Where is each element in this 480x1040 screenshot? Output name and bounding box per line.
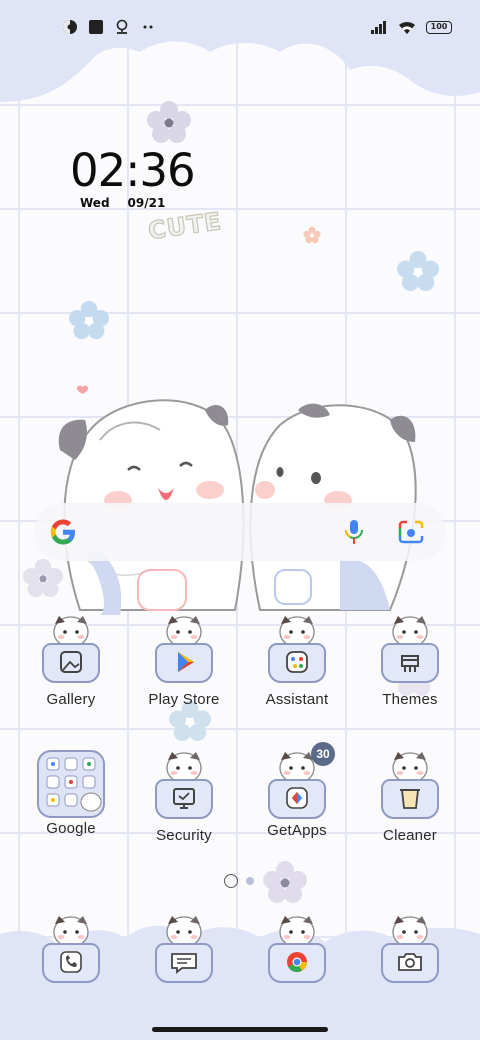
- battery-icon: 100: [426, 20, 452, 34]
- chrome-icon: [268, 916, 326, 983]
- app-folder-google[interactable]: Google: [16, 750, 126, 837]
- dock-phone[interactable]: [16, 912, 126, 989]
- signal-icon: [371, 21, 386, 34]
- flower-decoration: [397, 250, 439, 292]
- square-icon: [89, 20, 103, 34]
- clock-widget[interactable]: 02:36 Wed 09/21: [70, 144, 196, 211]
- google-g-icon[interactable]: [48, 517, 78, 547]
- app-label: Security: [156, 827, 212, 844]
- google-search-bar[interactable]: [34, 503, 446, 561]
- clock-time: 02:36: [70, 144, 196, 197]
- security-icon: [155, 752, 213, 819]
- dock-messages[interactable]: [129, 912, 239, 989]
- wallpaper-cute-text: CUTE: [146, 206, 224, 246]
- page-indicator[interactable]: [224, 874, 254, 888]
- app-themes[interactable]: Themes: [355, 612, 465, 708]
- clock-day: Wed: [80, 196, 110, 210]
- app-assistant[interactable]: Assistant: [242, 612, 352, 708]
- page-dot[interactable]: [246, 877, 254, 885]
- app-play-store[interactable]: Play Store: [129, 612, 239, 708]
- notification-badge: 30: [311, 742, 335, 766]
- flower-decoration: [147, 101, 191, 143]
- phone-icon: [42, 916, 100, 983]
- app-label: Cleaner: [383, 827, 437, 844]
- camera-icon: [381, 916, 439, 983]
- status-bar: 100: [0, 0, 480, 54]
- app-cleaner[interactable]: Cleaner: [355, 748, 465, 844]
- dock-camera[interactable]: [355, 912, 465, 989]
- app-label: Assistant: [265, 691, 329, 708]
- app-label: Gallery: [46, 691, 96, 708]
- app-gallery[interactable]: Gallery: [16, 612, 126, 708]
- folder-preview-icons: [46, 757, 102, 812]
- app-label: Play Store: [148, 691, 220, 708]
- getapps-icon-wrapper: 30: [265, 742, 335, 820]
- assistant-icon: [268, 616, 326, 683]
- flower-decoration: [263, 861, 307, 903]
- page-dot-active[interactable]: [224, 874, 238, 888]
- app-getapps[interactable]: 30 GetApps: [242, 742, 352, 839]
- wallpaper-cats-illustration: [58, 385, 417, 615]
- app-label: GetApps: [267, 822, 327, 839]
- clock-date-row: Wed 09/21: [80, 196, 190, 210]
- more-dots-icon: [143, 25, 153, 29]
- app-security[interactable]: Security: [129, 748, 239, 844]
- google-folder-icon: [37, 750, 105, 818]
- flower-decoration: [303, 226, 321, 244]
- app-label: Google: [46, 820, 96, 837]
- data-saver-icon: [63, 20, 77, 34]
- lens-icon[interactable]: [398, 520, 424, 544]
- location-icon: [116, 19, 128, 34]
- messages-icon: [155, 916, 213, 983]
- home-gesture-bar[interactable]: [152, 1027, 328, 1032]
- clock-date: 09/21: [127, 196, 166, 210]
- microphone-icon[interactable]: [342, 519, 366, 545]
- gallery-icon: [42, 616, 100, 683]
- play-store-icon: [155, 616, 213, 683]
- app-label: Themes: [382, 691, 438, 708]
- cleaner-icon: [381, 752, 439, 819]
- wifi-icon: [399, 21, 415, 34]
- flower-decoration: [69, 300, 109, 340]
- themes-icon: [381, 616, 439, 683]
- dock-chrome[interactable]: [242, 912, 352, 989]
